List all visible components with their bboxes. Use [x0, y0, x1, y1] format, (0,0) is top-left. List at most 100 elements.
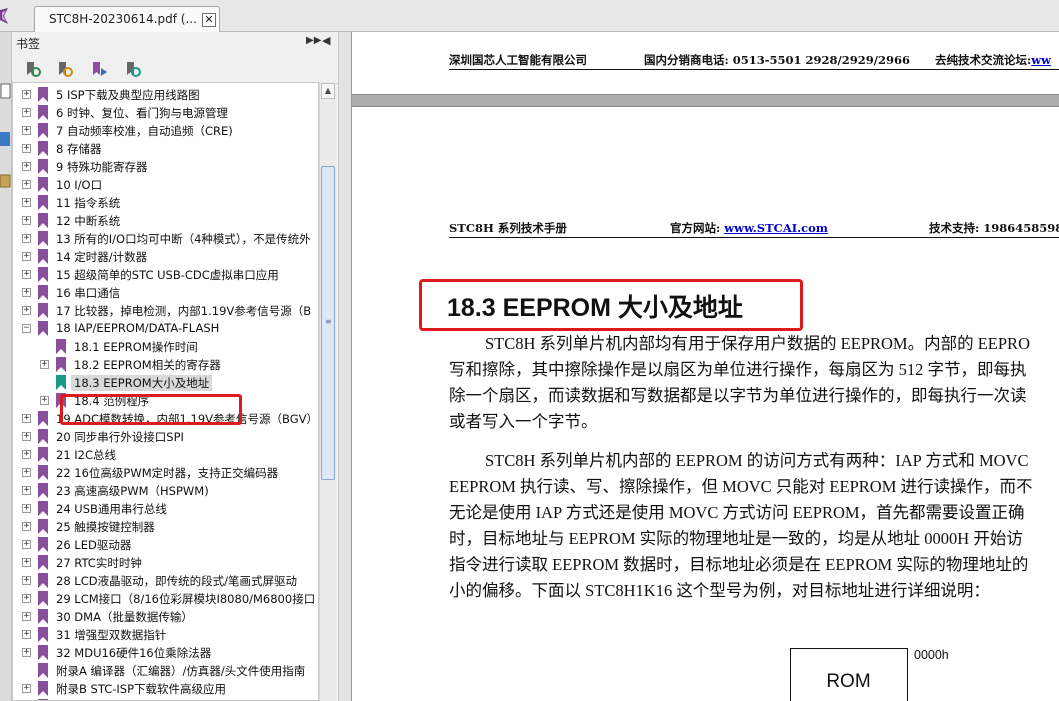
bookmark-item[interactable]: +22 16位高级PWM定时器，支持正交编码器 — [13, 464, 318, 482]
bookmark-expand-icon[interactable] — [56, 60, 76, 80]
bookmark-item[interactable]: +12 中断系统 — [13, 212, 318, 230]
bookmark-label: 12 中断系统 — [56, 214, 121, 228]
expand-icon[interactable]: + — [22, 162, 31, 171]
bookmark-item[interactable]: + 附录B STC-ISP下载软件高级应用 — [13, 680, 318, 698]
expand-icon[interactable]: + — [22, 522, 31, 531]
bookmark-item[interactable]: +27 RTC实时时钟 — [13, 554, 318, 572]
website-link[interactable]: www.STCAI.com — [724, 221, 828, 235]
bookmark-item[interactable]: +31 增强型双数据指针 — [13, 626, 318, 644]
expand-icon[interactable]: + — [22, 450, 31, 459]
bookmark-item[interactable]: +15 超级简单的STC USB-CDC虚拟串口应用 — [13, 266, 318, 284]
expand-icon[interactable]: + — [22, 648, 31, 657]
page-thumbnail-icon[interactable] — [0, 82, 12, 102]
bookmark-item[interactable]: +28 LCD液晶驱动，即传统的段式/笔画式屏驱动 — [13, 572, 318, 590]
attachments-tab-icon[interactable] — [0, 172, 12, 192]
expand-icon[interactable]: + — [22, 486, 31, 495]
expand-icon[interactable]: + — [22, 612, 31, 621]
expand-icon[interactable]: + — [22, 144, 31, 153]
expand-icon[interactable]: + — [22, 288, 31, 297]
bookmark-item-selected[interactable]: 18.3 EEPROM大小及地址 — [13, 374, 318, 392]
bookmark-item[interactable]: +8 存储器 — [13, 140, 318, 158]
bookmark-item[interactable]: 18.1 EEPROM操作时间 — [13, 338, 318, 356]
bookmark-item[interactable]: +13 所有的I/O口均可中断（4种模式），不是传统外 — [13, 230, 318, 248]
header-sales-phone: 国内分销商电话: 0513-5501 2928/2929/2966 — [644, 53, 910, 67]
bookmarks-tab-icon[interactable] — [0, 130, 12, 150]
bookmark-label: 26 LED驱动器 — [56, 538, 132, 552]
bookmark-item[interactable]: +25 触摸按键控制器 — [13, 518, 318, 536]
bookmark-icon — [38, 483, 48, 498]
bookmark-item[interactable]: +23 高速高级PWM（HSPWM) — [13, 482, 318, 500]
bookmark-item[interactable]: − 18 IAP/EEPROM/DATA-FLASH — [13, 320, 318, 338]
scrollbar-thumb[interactable]: ≡ — [321, 166, 335, 480]
expand-icon[interactable]: + — [22, 540, 31, 549]
bookmark-item[interactable]: +6 时钟、复位、看门狗与电源管理 — [13, 104, 318, 122]
bookmark-find-icon[interactable] — [24, 60, 44, 80]
expand-icon[interactable]: + — [22, 270, 31, 279]
header-manual-title: STC8H 系列技术手册 — [449, 221, 567, 235]
expand-icon[interactable]: + — [22, 90, 31, 99]
bookmark-item[interactable]: +5 ISP下载及典型应用线路图 — [13, 86, 318, 104]
paragraph-line: STC8H 系列单片机内部均有用于保存用户数据的 EEPROM。内部的 EEPR… — [485, 334, 1030, 353]
expand-icon[interactable]: + — [22, 252, 31, 261]
expand-icon[interactable]: + — [22, 108, 31, 117]
bookmark-icon — [38, 177, 48, 192]
panel-options-icon[interactable]: ▶▶ — [306, 35, 321, 46]
collapse-icon[interactable]: − — [22, 324, 31, 333]
bookmark-item[interactable]: +32 MDU16硬件16位乘除法器 — [13, 644, 318, 662]
bookmark-item[interactable]: +11 指令系统 — [13, 194, 318, 212]
expand-icon[interactable]: + — [22, 432, 31, 441]
panel-splitter[interactable] — [338, 32, 352, 701]
app-logo-icon — [0, 8, 8, 24]
document-view[interactable]: 深圳国芯人工智能有限公司 国内分销商电话: 0513-5501 2928/292… — [352, 32, 1059, 701]
bookmark-add-icon[interactable] — [90, 60, 110, 80]
expand-icon[interactable]: + — [22, 576, 31, 585]
bookmark-item[interactable]: +18.2 EEPROM相关的寄存器 — [13, 356, 318, 374]
expand-icon[interactable]: + — [22, 180, 31, 189]
expand-icon[interactable]: + — [22, 684, 31, 693]
bookmark-item[interactable]: +24 USB通用串行总线 — [13, 500, 318, 518]
bookmark-item[interactable]: +7 自动频率校准，自动追频（CRE) — [13, 122, 318, 140]
bookmark-item[interactable]: +14 定时器/计数器 — [13, 248, 318, 266]
bookmark-properties-icon[interactable] — [124, 60, 144, 80]
bookmark-icon — [38, 447, 48, 462]
bookmark-item[interactable]: 附录A 编译器（汇编器）/仿真器/头文件使用指南 — [13, 662, 318, 680]
bookmark-scrollbar[interactable]: ▲ ≡ — [319, 82, 336, 701]
expand-icon[interactable]: + — [22, 468, 31, 477]
header-company: 深圳国芯人工智能有限公司 — [449, 53, 587, 67]
bookmark-icon — [38, 645, 48, 660]
forum-link[interactable]: ww — [1031, 53, 1051, 67]
rom-label: ROM — [826, 671, 871, 692]
bookmark-item[interactable]: +21 I2C总线 — [13, 446, 318, 464]
scroll-up-arrow-icon[interactable]: ▲ — [321, 83, 335, 99]
bookmark-item[interactable]: +26 LED驱动器 — [13, 536, 318, 554]
bookmark-item[interactable]: +30 DMA（批量数据传输） — [13, 608, 318, 626]
expand-icon[interactable]: + — [22, 558, 31, 567]
bookmark-item[interactable]: +17 比较器，掉电检测，内部1.19V参考信号源（B — [13, 302, 318, 320]
bookmark-icon — [38, 303, 48, 318]
bookmark-icon — [38, 159, 48, 174]
panel-collapse-icon[interactable]: ◀ — [322, 34, 330, 47]
tab-close-button[interactable]: ✕ — [202, 13, 216, 27]
expand-icon[interactable]: + — [22, 306, 31, 315]
expand-icon[interactable]: + — [22, 504, 31, 513]
bookmark-item[interactable]: +9 特殊功能寄存器 — [13, 158, 318, 176]
expand-icon[interactable]: + — [22, 216, 31, 225]
expand-icon[interactable]: + — [40, 396, 49, 405]
bookmark-icon — [38, 87, 48, 102]
expand-icon[interactable]: + — [22, 234, 31, 243]
bookmark-label: 10 I/O口 — [56, 178, 103, 192]
bookmark-icon — [38, 231, 48, 246]
bookmark-item[interactable]: +20 同步串行外设接口SPI — [13, 428, 318, 446]
expand-icon[interactable]: + — [22, 594, 31, 603]
expand-icon[interactable]: + — [22, 126, 31, 135]
pdf-page-current: STC8H 系列技术手册 官方网站: www.STCAI.com 技术支持: 1… — [352, 106, 1059, 701]
bookmark-label: 7 自动频率校准，自动追频（CRE) — [56, 124, 233, 138]
bookmark-item[interactable]: +29 LCM接口（8/16位彩屏模块I8080/M6800接口 — [13, 590, 318, 608]
expand-icon[interactable]: + — [22, 630, 31, 639]
document-tab[interactable]: STC8H-20230614.pdf (... ✕ — [34, 6, 220, 32]
bookmark-item[interactable]: +16 串口通信 — [13, 284, 318, 302]
bookmark-item[interactable]: +10 I/O口 — [13, 176, 318, 194]
expand-icon[interactable]: + — [22, 198, 31, 207]
expand-icon[interactable]: + — [22, 414, 31, 423]
expand-icon[interactable]: + — [40, 360, 49, 369]
